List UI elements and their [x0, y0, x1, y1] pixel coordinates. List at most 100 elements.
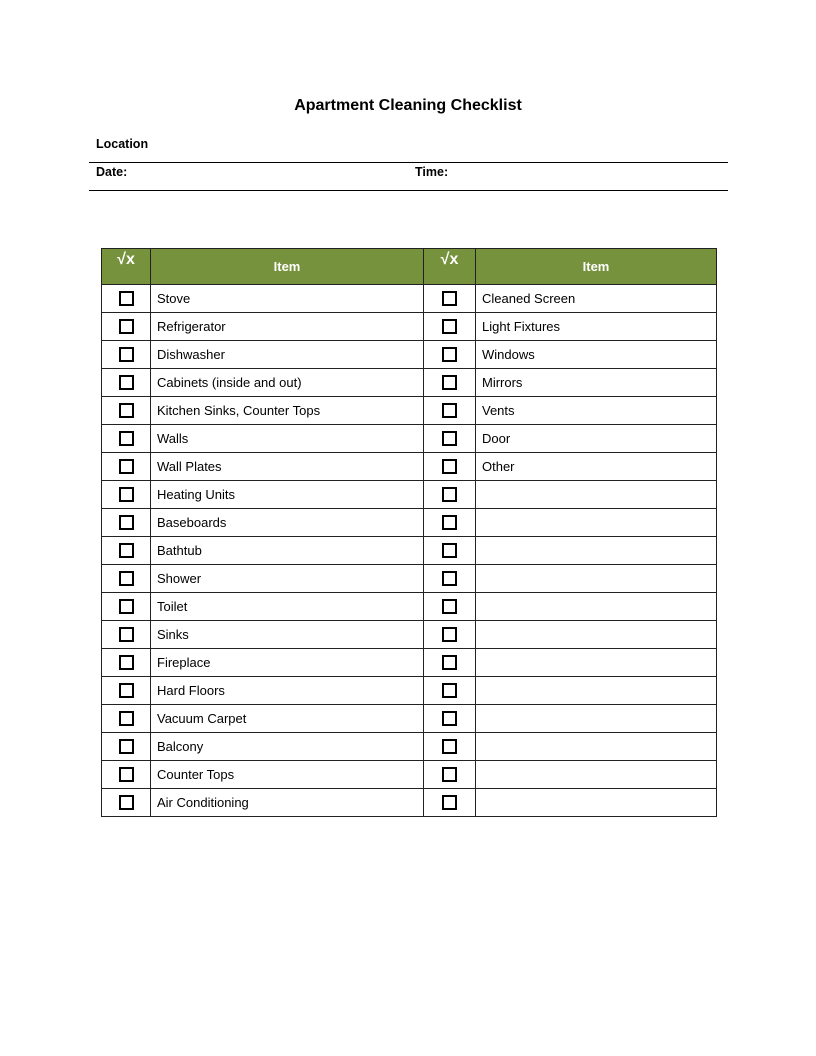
item-cell — [475, 592, 717, 621]
checkbox-cell — [101, 788, 151, 817]
checkbox[interactable] — [118, 402, 134, 418]
table-row: Wall Plates Other — [101, 452, 717, 481]
item-cell: Vents — [475, 396, 717, 425]
table-row: Refrigerator Light Fixtures — [101, 312, 717, 341]
checkbox-cell — [423, 536, 476, 565]
item-cell: Hard Floors — [150, 676, 424, 705]
item-cell: Cleaned Screen — [475, 284, 717, 313]
item-cell: Vacuum Carpet — [150, 704, 424, 733]
checkbox[interactable] — [118, 486, 134, 502]
checkbox-cell — [423, 676, 476, 705]
checkbox[interactable] — [442, 598, 457, 614]
checkbox[interactable] — [442, 346, 457, 362]
checkbox[interactable] — [118, 290, 134, 306]
checkbox[interactable] — [118, 514, 134, 530]
table-row: Kitchen Sinks, Counter Tops Vents — [101, 396, 717, 425]
checkbox-cell — [101, 760, 151, 789]
checkbox-cell — [101, 452, 151, 481]
checkbox[interactable] — [118, 654, 134, 670]
table-row: Cabinets (inside and out) Mirrors — [101, 368, 717, 397]
checkbox[interactable] — [442, 682, 457, 698]
checkbox-cell — [423, 284, 476, 313]
checkbox[interactable] — [118, 794, 134, 810]
check-column-header: √x — [101, 248, 151, 285]
item-cell — [475, 620, 717, 649]
checkbox[interactable] — [442, 430, 457, 446]
checkbox[interactable] — [442, 710, 457, 726]
item-cell — [475, 732, 717, 761]
checkbox[interactable] — [118, 318, 134, 334]
table-row: Shower — [101, 564, 717, 593]
checkbox[interactable] — [442, 290, 457, 306]
table-row: Walls Door — [101, 424, 717, 453]
item-cell: Windows — [475, 340, 717, 369]
time-label: Time: — [415, 165, 449, 179]
checkbox-cell — [101, 424, 151, 453]
checkbox[interactable] — [442, 570, 457, 586]
checkbox-cell — [423, 312, 476, 341]
item-column-header: Item — [150, 248, 424, 285]
checkbox[interactable] — [442, 514, 457, 530]
item-cell: Other — [475, 452, 717, 481]
item-cell — [475, 508, 717, 537]
checkbox[interactable] — [442, 626, 457, 642]
checkbox[interactable] — [442, 766, 457, 782]
table-row: Heating Units — [101, 480, 717, 509]
checkbox-cell — [101, 732, 151, 761]
item-cell — [475, 760, 717, 789]
checkbox[interactable] — [118, 598, 134, 614]
checkbox[interactable] — [442, 486, 457, 502]
checkbox[interactable] — [118, 710, 134, 726]
checkbox[interactable] — [118, 738, 134, 754]
divider — [89, 190, 728, 191]
checkbox[interactable] — [442, 794, 457, 810]
checkbox-cell — [101, 480, 151, 509]
item-cell: Refrigerator — [150, 312, 424, 341]
item-column-header: Item — [475, 248, 717, 285]
item-cell: Toilet — [150, 592, 424, 621]
checklist-table: √x Item √x Item Stove Cleaned Screen Refri… — [101, 248, 717, 817]
date-label: Date: — [96, 165, 128, 179]
checkbox-cell — [423, 340, 476, 369]
checkbox-cell — [423, 788, 476, 817]
item-cell: Dishwasher — [150, 340, 424, 369]
checkbox-cell — [423, 620, 476, 649]
checkbox[interactable] — [118, 626, 134, 642]
checkbox[interactable] — [118, 346, 134, 362]
table-row: Sinks — [101, 620, 717, 649]
checkbox[interactable] — [442, 318, 457, 334]
checkbox-cell — [101, 648, 151, 677]
checkbox[interactable] — [442, 374, 457, 390]
checkbox[interactable] — [118, 682, 134, 698]
item-cell — [475, 648, 717, 677]
checkbox[interactable] — [442, 738, 457, 754]
item-cell: Counter Tops — [150, 760, 424, 789]
item-cell: Heating Units — [150, 480, 424, 509]
table-row: Vacuum Carpet — [101, 704, 717, 733]
item-cell: Air Conditioning — [150, 788, 424, 817]
table-row: Dishwasher Windows — [101, 340, 717, 369]
checkbox[interactable] — [442, 458, 457, 474]
checkbox[interactable] — [118, 570, 134, 586]
checkbox-cell — [423, 760, 476, 789]
checkbox-cell — [101, 340, 151, 369]
checkbox[interactable] — [118, 430, 134, 446]
table-row: Stove Cleaned Screen — [101, 284, 717, 313]
item-cell: Kitchen Sinks, Counter Tops — [150, 396, 424, 425]
checkbox[interactable] — [442, 542, 457, 558]
checkbox-cell — [423, 396, 476, 425]
checkbox-cell — [101, 704, 151, 733]
checkbox[interactable] — [442, 402, 457, 418]
checkbox-cell — [101, 508, 151, 537]
item-cell — [475, 676, 717, 705]
item-cell: Wall Plates — [150, 452, 424, 481]
item-cell: Shower — [150, 564, 424, 593]
checkbox-cell — [101, 396, 151, 425]
checkbox[interactable] — [118, 766, 134, 782]
checkbox[interactable] — [442, 654, 457, 670]
checkbox-cell — [101, 620, 151, 649]
checkbox[interactable] — [118, 542, 134, 558]
checkbox[interactable] — [118, 458, 134, 474]
item-cell: Door — [475, 424, 717, 453]
checkbox[interactable] — [118, 374, 134, 390]
